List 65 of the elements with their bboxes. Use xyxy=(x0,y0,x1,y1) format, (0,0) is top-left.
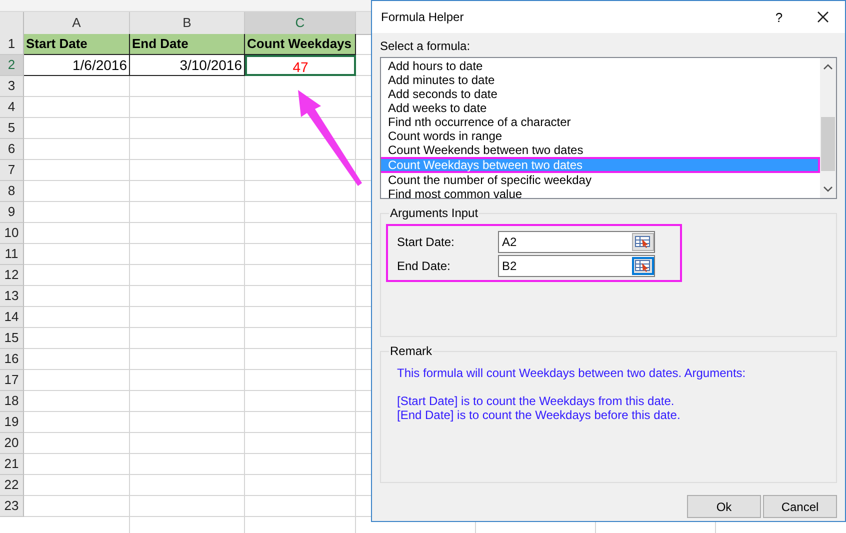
row-header[interactable]: 12 xyxy=(0,265,24,286)
row-header[interactable]: 2 xyxy=(0,55,24,76)
close-icon xyxy=(817,11,829,23)
scrollbar[interactable] xyxy=(820,58,836,198)
input-field[interactable]: B2 xyxy=(498,255,655,277)
dialog-button[interactable]: Cancel xyxy=(763,495,837,518)
scroll-up-icon[interactable] xyxy=(823,63,833,71)
row-header[interactable]: 20 xyxy=(0,433,24,454)
table-cell: 47 xyxy=(245,55,356,76)
row-header[interactable]: 22 xyxy=(0,475,24,496)
list-label: Select a formula: xyxy=(380,39,472,53)
remark-text: [Start Date] is to count the Weekdays from this date. xyxy=(397,394,676,408)
remark-text: This formula will count Weekdays between two dates. Arguments: xyxy=(397,366,747,380)
row-header[interactable]: 14 xyxy=(0,307,24,328)
group-title: Arguments Input xyxy=(389,206,480,220)
row-header[interactable]: 11 xyxy=(0,244,24,265)
row-header[interactable]: 4 xyxy=(0,97,24,118)
field-label: Start Date: xyxy=(396,235,456,249)
row-header[interactable]: 23 xyxy=(0,496,24,517)
row-header[interactable]: 21 xyxy=(0,454,24,475)
row-header[interactable]: 10 xyxy=(0,223,24,244)
row-header[interactable]: 5 xyxy=(0,118,24,139)
row-header[interactable]: 15 xyxy=(0,328,24,349)
row-header[interactable]: 3 xyxy=(0,76,24,97)
range-select-icon xyxy=(635,236,651,248)
column-header[interactable] xyxy=(356,12,372,35)
list-item[interactable]: Add seconds to date xyxy=(381,87,820,101)
input-field[interactable]: A2 xyxy=(498,231,655,253)
row-header[interactable]: 18 xyxy=(0,391,24,412)
list-item[interactable]: Count words in range xyxy=(381,129,820,143)
row-header[interactable]: 1 xyxy=(0,34,24,55)
field-label: End Date: xyxy=(396,259,452,273)
row-header[interactable]: 8 xyxy=(0,181,24,202)
table-cell: 1/6/2016 xyxy=(24,55,130,76)
scroll-thumb[interactable] xyxy=(821,117,835,171)
row-header[interactable]: 6 xyxy=(0,139,24,160)
list-item[interactable]: Find nth occurrence of a character xyxy=(381,115,820,129)
list-item[interactable]: Count Weekends between two dates xyxy=(381,143,820,157)
column-header[interactable]: C xyxy=(245,12,356,36)
range-select-icon xyxy=(635,260,651,272)
remark-text: [End Date] is to count the Weekdays before this date. xyxy=(397,408,682,422)
row-header[interactable]: 7 xyxy=(0,160,24,181)
row-header[interactable]: 13 xyxy=(0,286,24,307)
help-button[interactable]: ? xyxy=(757,2,801,32)
list-item[interactable]: Add weeks to date xyxy=(381,101,820,115)
row-header[interactable]: 16 xyxy=(0,349,24,370)
range-picker-button[interactable] xyxy=(632,257,654,275)
formula-list[interactable] xyxy=(380,57,837,199)
row-header[interactable]: 17 xyxy=(0,370,24,391)
table-cell: Count Weekdays xyxy=(245,34,356,55)
list-item[interactable]: Count the number of specific weekday xyxy=(381,173,820,187)
range-picker-button[interactable] xyxy=(632,233,654,251)
list-item[interactable]: Find most common value xyxy=(381,187,820,198)
table-cell: End Date xyxy=(130,34,245,55)
row-header[interactable]: 9 xyxy=(0,202,24,223)
row-header[interactable]: 19 xyxy=(0,412,24,433)
column-header[interactable]: B xyxy=(130,12,245,35)
scroll-down-icon[interactable] xyxy=(823,185,833,193)
table-cell: Start Date xyxy=(24,34,130,55)
window-title: Formula Helper xyxy=(381,10,465,24)
table-cell: 3/10/2016 xyxy=(130,55,245,76)
list-item[interactable]: Add hours to date xyxy=(381,59,820,73)
dialog-button[interactable]: Ok xyxy=(687,495,761,518)
group-title: Remark xyxy=(389,344,434,358)
list-item[interactable]: Add minutes to date xyxy=(381,73,820,87)
